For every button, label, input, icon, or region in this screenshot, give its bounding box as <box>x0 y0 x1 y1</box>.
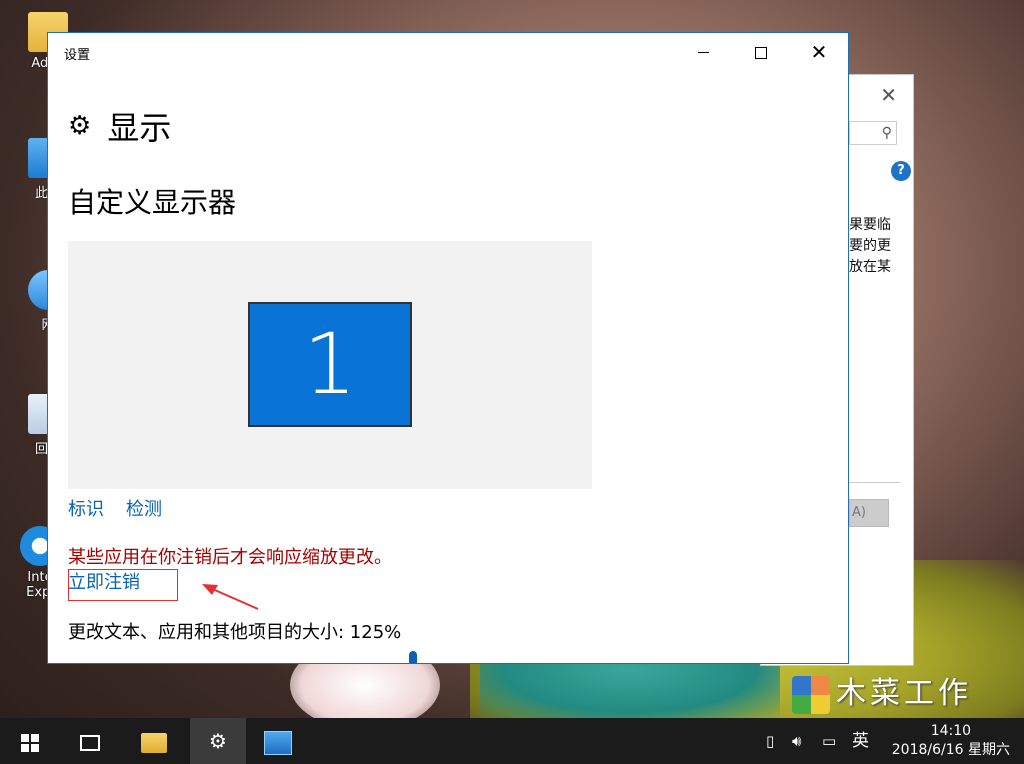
maximize-icon <box>755 46 767 59</box>
background-text: 果要临 要的更 放在某 <box>849 215 909 278</box>
windows-icon <box>21 733 39 752</box>
clock-date: 2018/6/16 星期六 <box>891 742 1010 758</box>
minimize-button[interactable] <box>674 33 732 73</box>
close-button[interactable]: ✕ <box>790 33 848 73</box>
start-button[interactable] <box>6 718 54 764</box>
task-view-button[interactable] <box>66 718 114 764</box>
settings-window[interactable]: 设置 ✕ ⚙ 显示 自定义显示器 1 标识 检测 某些应用在你注销后才会响应缩放更改… <box>47 32 849 664</box>
app-taskbar-button[interactable] <box>254 718 302 764</box>
gear-icon: ⚙ <box>209 729 227 753</box>
file-explorer-button[interactable] <box>130 718 178 764</box>
close-icon: ✕ <box>810 40 828 64</box>
search-field[interactable]: ⚲ <box>849 121 897 145</box>
usb-icon[interactable]: ▯ <box>766 718 774 764</box>
detect-link[interactable]: 检测 <box>126 499 162 520</box>
section-title: 自定义显示器 <box>68 186 237 219</box>
page-header: ⚙ 显示 <box>68 103 171 147</box>
text-size-label: 更改文本、应用和其他项目的大小: 125% <box>68 622 402 643</box>
display-links: 标识 检测 <box>68 495 184 521</box>
watermark: 木菜工作室 <box>792 668 1002 757</box>
help-icon[interactable]: ? <box>891 161 911 181</box>
network-tray-icon[interactable]: ▭ <box>822 718 836 764</box>
identify-link[interactable]: 标识 <box>68 499 104 520</box>
watermark-logo-icon <box>792 676 830 714</box>
volume-icon[interactable]: 🔊︎ <box>792 718 801 764</box>
gear-icon: ⚙ <box>68 111 92 141</box>
clock-time: 14:10 <box>930 723 972 739</box>
folder-icon <box>141 732 167 753</box>
divider <box>849 482 901 483</box>
taskbar: ⚙ ▯ 🔊︎ ▭ 英 14:10 2018/6/16 星期六 <box>0 718 1024 764</box>
close-icon[interactable]: ✕ <box>880 83 897 107</box>
monitor-arrangement: 1 <box>68 241 592 489</box>
text-line: 要的更 <box>849 238 891 254</box>
apply-button[interactable]: A) <box>849 499 889 527</box>
task-view-icon <box>80 734 100 751</box>
input-language-indicator[interactable]: 英 <box>852 718 869 764</box>
search-icon: ⚲ <box>881 125 892 141</box>
title-bar[interactable]: 设置 ✕ <box>48 33 848 73</box>
app-icon <box>264 730 292 755</box>
text-line: 果要临 <box>849 217 891 233</box>
clock[interactable]: 14:10 2018/6/16 星期六 <box>892 722 1010 760</box>
minimize-icon <box>697 52 709 53</box>
monitor-tile[interactable]: 1 <box>248 302 412 427</box>
annotation-arrow-icon <box>202 584 259 610</box>
maximize-button[interactable] <box>732 33 790 73</box>
scale-slider-thumb[interactable] <box>409 651 417 663</box>
settings-taskbar-button[interactable]: ⚙ <box>190 718 246 764</box>
signout-warning: 某些应用在你注销后才会响应缩放更改。 <box>68 547 392 568</box>
text-line: 放在某 <box>849 259 891 275</box>
highlight-box <box>68 569 178 601</box>
page-title: 显示 <box>107 109 172 147</box>
window-title: 设置 <box>64 48 91 63</box>
